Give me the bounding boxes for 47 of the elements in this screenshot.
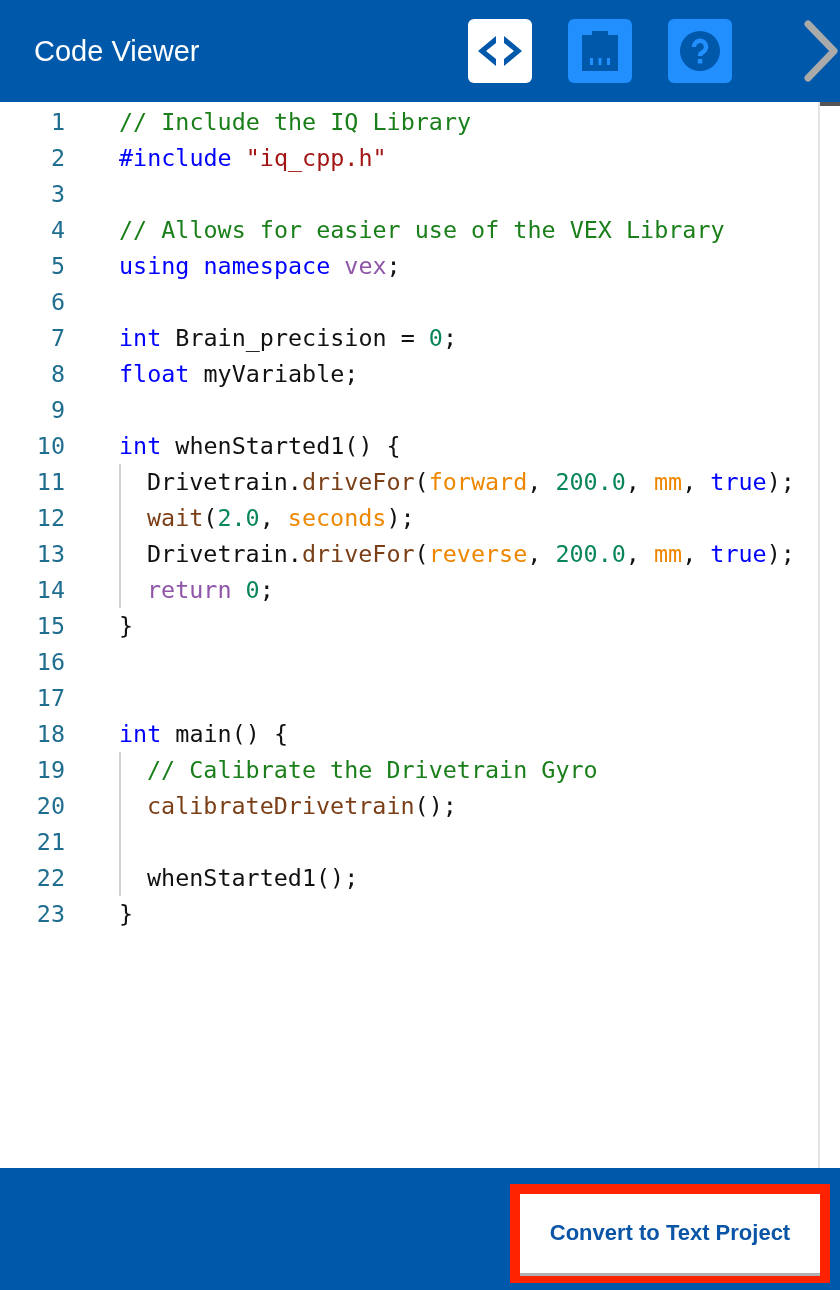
code-line: // Calibrate the Drivetrain Gyro	[147, 756, 598, 784]
line-number: 4	[49, 216, 65, 244]
line-number: 6	[49, 288, 65, 316]
line-number: 15	[35, 612, 65, 640]
port-icon	[580, 31, 620, 71]
line-number: 2	[49, 144, 65, 172]
code-line: float myVariable;	[119, 360, 359, 388]
code-line: return 0;	[147, 576, 274, 604]
code-line: wait(2.0, seconds);	[147, 504, 415, 532]
line-number: 19	[35, 756, 65, 784]
code-line: int whenStarted1() {	[119, 432, 401, 460]
line-number: 11	[35, 468, 65, 496]
toolbar-button[interactable]	[468, 19, 532, 83]
line-number: 14	[35, 576, 65, 604]
line-number: 1	[49, 108, 65, 136]
line-number: 22	[35, 864, 65, 892]
convert-button[interactable]: Convert to Text Project	[520, 1193, 820, 1273]
code-line: whenStarted1();	[147, 864, 359, 892]
code-line: using namespace vex;	[119, 252, 401, 280]
line-number: 3	[49, 180, 65, 208]
code-line: // Include the IQ Library	[119, 108, 472, 136]
code-line: int Brain_precision = 0;	[119, 324, 457, 352]
line-number: 18	[35, 720, 65, 748]
line-number: 20	[35, 792, 65, 820]
help-icon	[680, 31, 720, 71]
line-number: 9	[49, 396, 65, 424]
line-number: 8	[49, 360, 65, 388]
code-line: Drivetrain.driveFor(forward, 200.0, mm, true);	[147, 468, 795, 496]
code-line: #include "iq_cpp.h"	[119, 144, 387, 172]
chevron-right-icon[interactable]	[804, 20, 838, 82]
code-brackets-icon	[478, 36, 522, 66]
code-line: }	[119, 612, 134, 640]
line-number: 17	[35, 684, 65, 712]
line-number: 23	[35, 900, 65, 928]
line-number: 5	[49, 252, 65, 280]
line-number: 16	[35, 648, 65, 676]
code-line: // Allows for easier use of the VEX Library	[119, 216, 725, 244]
code-line: int main() {	[119, 720, 288, 748]
line-number: 13	[35, 540, 65, 568]
window-title: Code Viewer	[34, 34, 201, 68]
line-number: 7	[49, 324, 65, 352]
line-number: 21	[35, 828, 65, 856]
code-line: calibrateDrivetrain();	[147, 792, 457, 820]
line-number: 10	[35, 432, 65, 460]
line-number: 12	[35, 504, 65, 532]
code-line: }	[119, 900, 134, 928]
code-line: Drivetrain.driveFor(reverse, 200.0, mm, true);	[147, 540, 795, 568]
